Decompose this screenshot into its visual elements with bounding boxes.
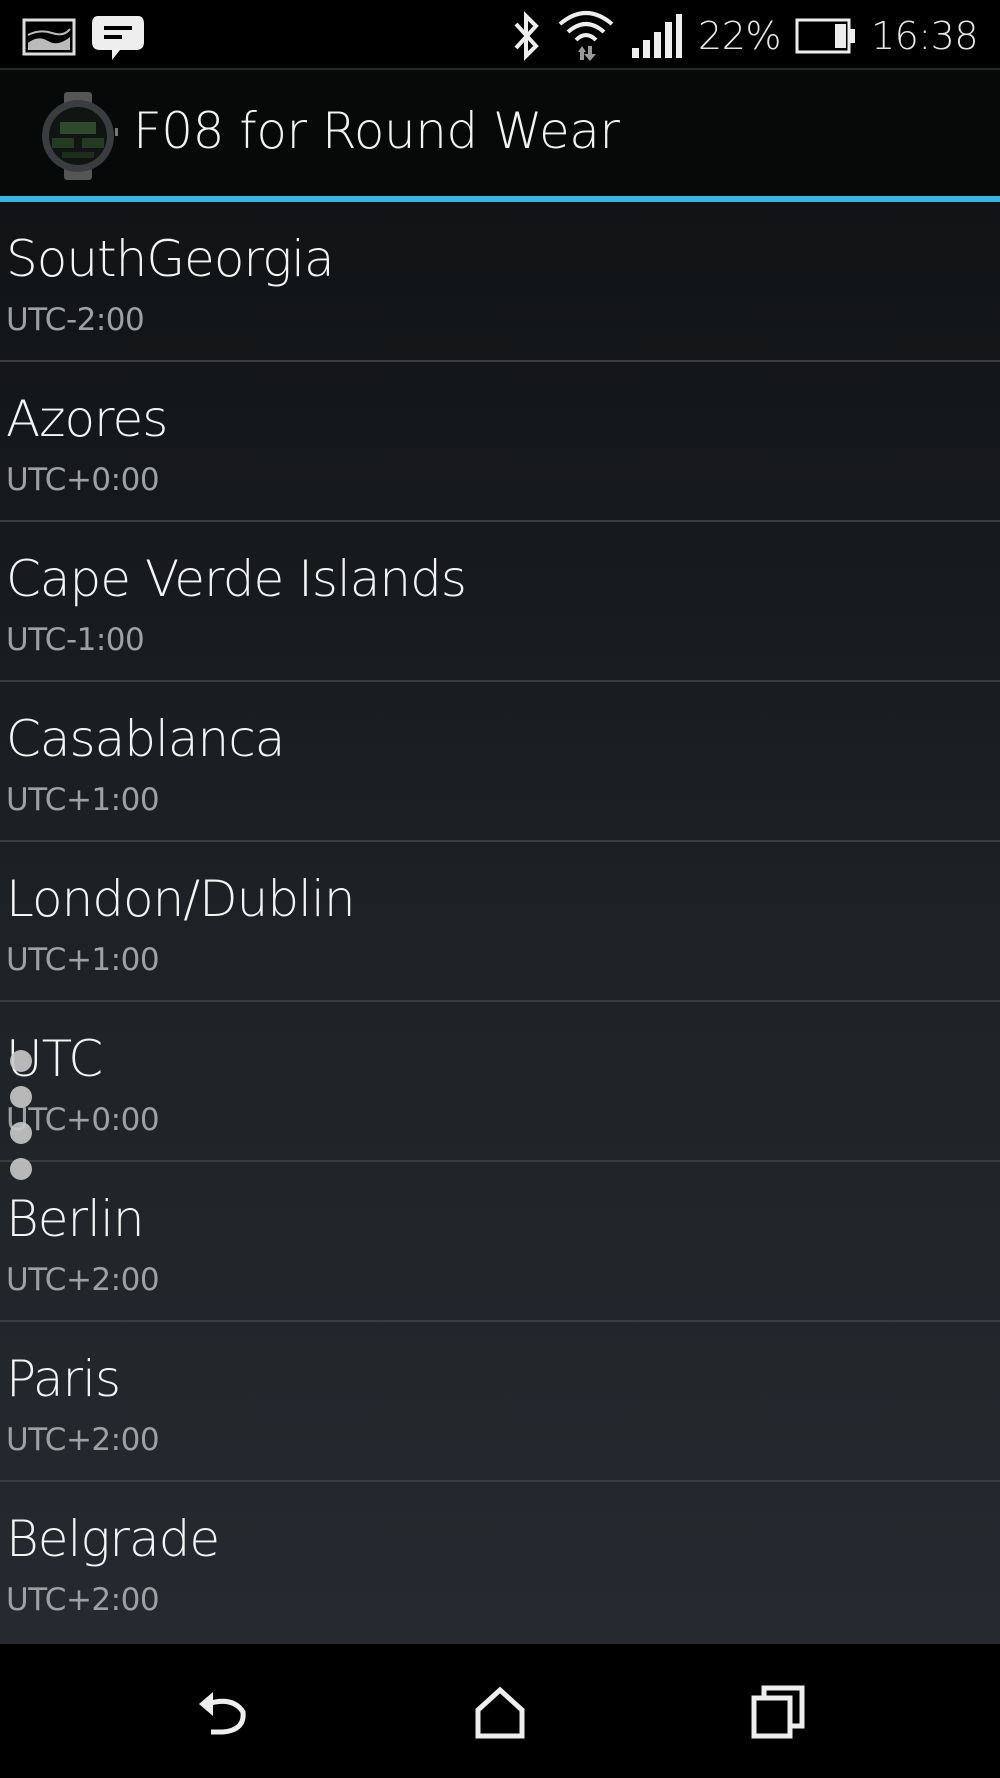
- list-item[interactable]: Berlin UTC+2:00: [0, 1162, 1000, 1322]
- timezone-name: Paris: [6, 1350, 121, 1408]
- timezone-offset: UTC+2:00: [6, 1422, 160, 1458]
- timezone-name: Belgrade: [6, 1510, 220, 1568]
- timezone-name: Cape Verde Islands: [6, 550, 467, 608]
- dot: [10, 1158, 32, 1180]
- overflow-menu-icon[interactable]: [10, 1050, 34, 1180]
- signal-icon: [632, 14, 683, 58]
- list-item[interactable]: SouthGeorgia UTC-2:00: [0, 202, 1000, 362]
- timezone-list[interactable]: SouthGeorgia UTC-2:00 Azores UTC+0:00 Ca…: [0, 202, 1000, 1644]
- list-item[interactable]: Casablanca UTC+1:00: [0, 682, 1000, 842]
- action-bar: F08 for Round Wear: [0, 70, 1000, 200]
- gallery-notification-icon: [22, 18, 76, 56]
- watch-face-app-icon[interactable]: [38, 92, 118, 180]
- list-item[interactable]: Belgrade UTC+2:00: [0, 1482, 1000, 1642]
- bluetooth-icon: [514, 11, 539, 61]
- messaging-notification-icon: [92, 16, 144, 60]
- page-title: F08 for Round Wear: [133, 102, 620, 160]
- system-icons: 22% 16:38: [510, 8, 979, 64]
- notification-icons: [22, 12, 146, 62]
- timezone-offset: UTC+1:00: [6, 942, 160, 978]
- status-bar: 22% 16:38: [0, 0, 1000, 70]
- list-item[interactable]: Paris UTC+2:00: [0, 1322, 1000, 1482]
- timezone-name: Casablanca: [6, 710, 285, 768]
- clock: 16:38: [870, 14, 979, 58]
- home-icon[interactable]: [470, 1682, 530, 1742]
- timezone-name: Berlin: [6, 1190, 145, 1248]
- timezone-offset: UTC+0:00: [6, 462, 160, 498]
- battery-percent: 22%: [698, 14, 781, 58]
- dot: [10, 1050, 32, 1072]
- dot: [10, 1122, 32, 1144]
- timezone-offset: UTC+1:00: [6, 782, 160, 818]
- timezone-name: London/Dublin: [6, 870, 356, 928]
- dot: [10, 1086, 32, 1108]
- timezone-offset: UTC-1:00: [6, 622, 145, 658]
- back-icon[interactable]: [193, 1682, 253, 1742]
- recent-apps-icon[interactable]: [748, 1682, 808, 1742]
- battery-icon: [795, 18, 855, 54]
- list-item[interactable]: Azores UTC+0:00: [0, 362, 1000, 522]
- timezone-offset: UTC+2:00: [6, 1582, 160, 1618]
- list-item[interactable]: UTC UTC+0:00: [0, 1002, 1000, 1162]
- timezone-name: Azores: [6, 390, 168, 448]
- timezone-name: SouthGeorgia: [6, 230, 335, 288]
- timezone-offset: UTC-2:00: [6, 302, 145, 338]
- list-item[interactable]: London/Dublin UTC+1:00: [0, 842, 1000, 1002]
- navigation-bar: [0, 1644, 1000, 1778]
- list-item[interactable]: Cape Verde Islands UTC-1:00: [0, 522, 1000, 682]
- timezone-offset: UTC+2:00: [6, 1262, 160, 1298]
- wifi-icon: [558, 11, 614, 61]
